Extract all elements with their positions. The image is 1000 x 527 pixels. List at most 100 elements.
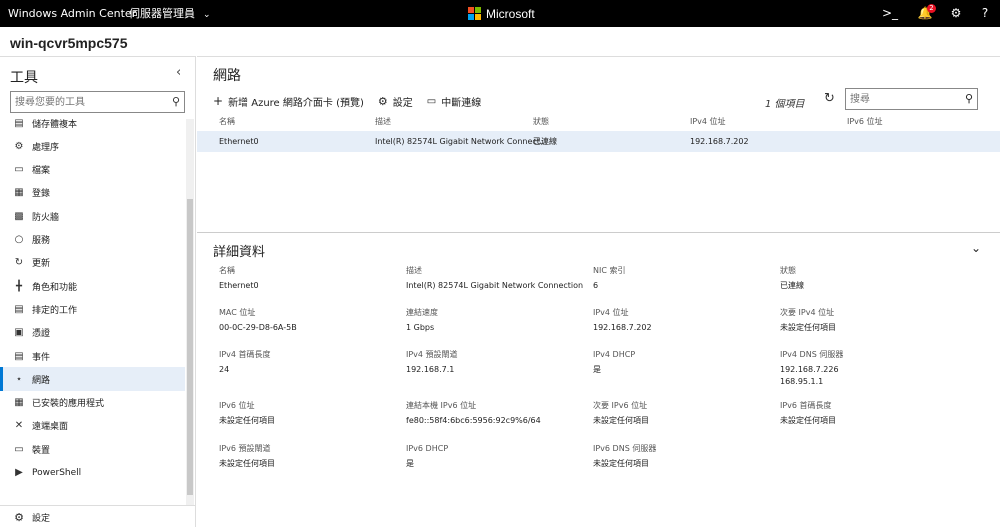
detail-value: Ethernet0: [219, 281, 259, 290]
grid-search-input[interactable]: [846, 89, 956, 109]
detail-field: 連結速度 1 Gbps: [406, 307, 586, 334]
detail-value: 未設定任何項目: [593, 459, 649, 468]
detail-label: 描述: [406, 266, 422, 275]
scrollbar-thumb[interactable]: [187, 199, 193, 495]
detail-field: 狀態 已連線: [780, 265, 960, 292]
sidebar-item[interactable]: ▦ 已安裝的應用程式: [0, 391, 185, 415]
column-header-description[interactable]: 描述: [375, 115, 391, 129]
sidebar-item[interactable]: ⋆ 網路: [0, 367, 185, 392]
detail-label: MAC 位址: [219, 308, 256, 317]
detail-value: fe80::58f4:6bc6:5956:92c9%6/64: [406, 416, 541, 425]
sidebar-scrollbar[interactable]: [186, 119, 194, 505]
brand-name: Microsoft: [486, 6, 535, 21]
sidebar-item[interactable]: ▶ PowerShell: [0, 461, 185, 485]
disconnect-icon: ▭: [426, 95, 437, 107]
sidebar-item-label: 登錄: [32, 189, 51, 200]
detail-label: 連結本機 IPv6 位址: [406, 401, 477, 410]
sidebar-item-label: 已安裝的應用程式: [32, 399, 105, 410]
sidebar-item-label: 事件: [32, 352, 51, 363]
column-header-ipv4[interactable]: IPv4 位址: [690, 115, 726, 129]
sidebar-item[interactable]: ╋ 角色和功能: [0, 274, 185, 298]
sidebar-item[interactable]: ↻ 更新: [0, 251, 185, 275]
sidebar-item-label: 網路: [32, 375, 51, 386]
detail-field: 連結本機 IPv6 位址fe80::58f4:6bc6:5956:92c9%6/…: [406, 400, 586, 427]
sidebar-item[interactable]: ▩ 防火牆: [0, 204, 185, 228]
sidebar-item[interactable]: ▣ 憑證: [0, 321, 185, 345]
detail-value: 是: [406, 459, 414, 468]
server-manager-dropdown[interactable]: 伺服器管理員 ⌄: [129, 0, 211, 29]
toolbar: + 新增 Azure 網路介面卡 (預覽) ⚙ 設定 ▭ 中斷連線: [213, 93, 495, 109]
sidebar-item-label: 儲存體複本: [32, 119, 78, 130]
sidebar-item[interactable]: ○ 服務: [0, 228, 185, 252]
detail-label: IPv4 預設閘道: [406, 350, 458, 359]
tools-search-input[interactable]: [11, 92, 161, 112]
sidebar-item[interactable]: ⚙ 處理序: [0, 134, 185, 158]
column-header-name[interactable]: 名稱: [219, 115, 235, 129]
tools-heading: 工具: [10, 70, 38, 86]
detail-label: IPv4 DHCP: [593, 350, 636, 359]
detail-value: 是: [593, 365, 601, 374]
events-icon: ▤: [14, 350, 24, 362]
detail-field: 描述 Intel(R) 82574L Gigabit Network Connec…: [406, 265, 586, 292]
column-header-ipv6[interactable]: IPv6 位址: [847, 115, 883, 129]
detail-value: 未設定任何項目: [219, 416, 275, 425]
disconnect-button[interactable]: ▭ 中斷連線: [427, 94, 481, 109]
server-manager-label: 伺服器管理員: [129, 7, 195, 20]
detail-value: 未設定任何項目: [219, 459, 275, 468]
detail-label: 連結速度: [406, 308, 438, 317]
sidebar-item[interactable]: ▤ 事件: [0, 344, 185, 368]
terminal-icon[interactable]: >_: [880, 0, 900, 27]
page-title: 網路: [213, 68, 241, 84]
certificates-icon: ▣: [14, 327, 24, 339]
scheduled-tasks-icon: ▤: [14, 303, 24, 315]
detail-field: IPv4 首碼長度 24: [219, 349, 399, 376]
table-row[interactable]: Ethernet0 Intel(R) 82574L Gigabit Networ…: [197, 131, 1000, 152]
detail-label: IPv6 DHCP: [406, 444, 449, 453]
remote-desktop-icon: ✕: [14, 420, 24, 432]
help-icon[interactable]: ?: [975, 0, 995, 27]
detail-field: IPv4 預設閘道 192.168.7.1: [406, 349, 586, 376]
add-azure-nic-button[interactable]: + 新增 Azure 網路介面卡 (預覽): [213, 94, 364, 109]
disconnect-label: 中斷連線: [441, 97, 482, 109]
details-divider: [197, 232, 1000, 233]
chevron-down-icon[interactable]: ⌄: [971, 241, 981, 255]
detail-field: IPv4 DHCP 是: [593, 349, 773, 376]
gear-icon[interactable]: ⚙: [946, 0, 966, 27]
notifications-button[interactable]: 🔔 2: [914, 0, 936, 27]
notification-badge: 2: [927, 4, 936, 13]
sidebar-item-label: 更新: [32, 259, 51, 270]
detail-value: 未設定任何項目: [593, 416, 649, 425]
detail-value: 192.168.7.226 168.95.1.1: [780, 365, 839, 386]
detail-value: 192.168.7.202: [593, 323, 652, 332]
detail-label: IPv6 DNS 伺服器: [593, 444, 657, 453]
sidebar-item-label: 遠端桌面: [32, 422, 69, 433]
powershell-icon: ▶: [15, 467, 23, 478]
detail-label: IPv6 首碼長度: [780, 401, 832, 410]
detail-value: Intel(R) 82574L Gigabit Network Connecti…: [406, 281, 584, 290]
app-title[interactable]: Windows Admin Center: [8, 0, 136, 27]
sidebar-item[interactable]: ▤ 排定的工作: [0, 297, 185, 321]
roles-features-icon: ╋: [15, 280, 23, 292]
sidebar-item[interactable]: ▤ 儲存體複本: [0, 119, 185, 135]
storage-replica-icon: ▤: [14, 119, 24, 129]
details-title: 詳細資料: [213, 245, 266, 260]
cell-description: Intel(R) 82574L Gigabit Network Connect.…: [375, 137, 548, 146]
refresh-icon[interactable]: ↻: [824, 91, 835, 106]
search-icon[interactable]: ⚲: [172, 95, 180, 108]
sidebar-item[interactable]: ▦ 登錄: [0, 181, 185, 205]
cell-name: Ethernet0: [219, 137, 259, 146]
sidebar-item[interactable]: ✕ 遠端桌面: [0, 414, 185, 438]
cell-status: 已連線: [533, 137, 557, 146]
sidebar-item[interactable]: ▭ 檔案: [0, 158, 185, 182]
detail-value: 6: [593, 281, 599, 290]
search-icon[interactable]: ⚲: [965, 92, 973, 105]
settings-button[interactable]: ⚙ 設定: [378, 94, 413, 109]
detail-field: IPv4 位址 192.168.7.202: [593, 307, 773, 334]
server-name: win-qcvr5mpc575: [10, 35, 128, 51]
sidebar-item[interactable]: ▭ 裝置: [0, 437, 185, 461]
detail-field: 名稱 Ethernet0: [219, 265, 399, 292]
detail-value: 192.168.7.1: [406, 365, 455, 374]
column-header-status[interactable]: 狀態: [533, 115, 549, 129]
sidebar-settings[interactable]: ⚙ 設定: [0, 505, 196, 527]
collapse-sidebar-icon[interactable]: ‹: [176, 65, 181, 80]
